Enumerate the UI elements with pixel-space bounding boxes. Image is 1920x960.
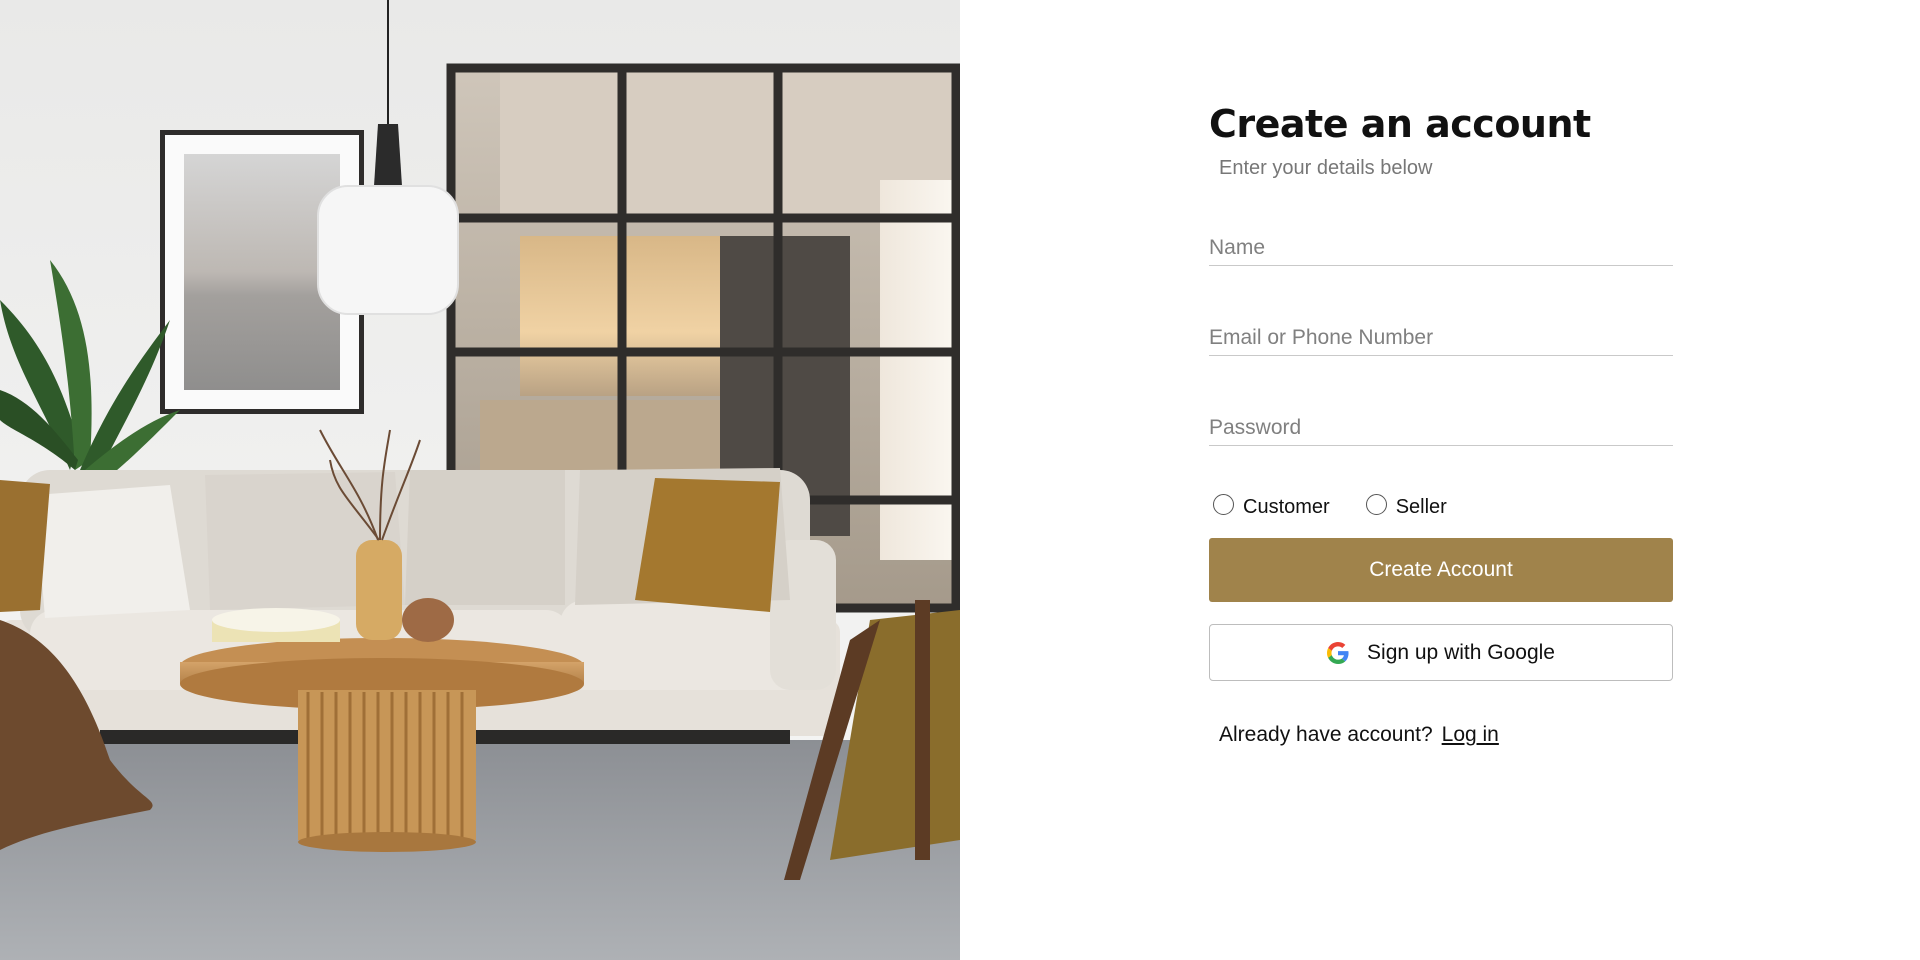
- role-seller[interactable]: Seller: [1365, 493, 1447, 518]
- google-button-label: Sign up with Google: [1367, 640, 1555, 664]
- google-signup-button[interactable]: Sign up with Google: [1209, 624, 1673, 681]
- email-input[interactable]: [1209, 322, 1673, 354]
- customer-radio[interactable]: [1213, 493, 1234, 515]
- login-link[interactable]: Log in: [1442, 723, 1499, 747]
- page-subtitle: Enter your details below: [1219, 157, 1433, 179]
- login-prompt-row: Already have account? Log in: [1209, 723, 1673, 747]
- password-field-wrapper: [1209, 412, 1673, 446]
- email-field-wrapper: [1209, 322, 1673, 356]
- seller-radio[interactable]: [1365, 493, 1387, 515]
- page-title: Create an account: [1209, 102, 1591, 146]
- signup-form: Create an account Enter your details bel…: [1209, 100, 1673, 747]
- living-room-illustration: [0, 0, 960, 960]
- login-prompt-text: Already have account?: [1219, 723, 1433, 746]
- role-customer[interactable]: Customer: [1213, 493, 1330, 518]
- create-account-button[interactable]: Create Account: [1209, 538, 1673, 602]
- hero-image: [0, 0, 960, 960]
- role-selector: Customer Seller: [1209, 490, 1673, 518]
- name-field-wrapper: [1209, 232, 1673, 266]
- name-input[interactable]: [1209, 232, 1673, 264]
- google-icon: [1327, 641, 1349, 664]
- customer-label: Customer: [1243, 495, 1330, 518]
- password-input[interactable]: [1209, 412, 1673, 444]
- seller-label: Seller: [1395, 495, 1447, 518]
